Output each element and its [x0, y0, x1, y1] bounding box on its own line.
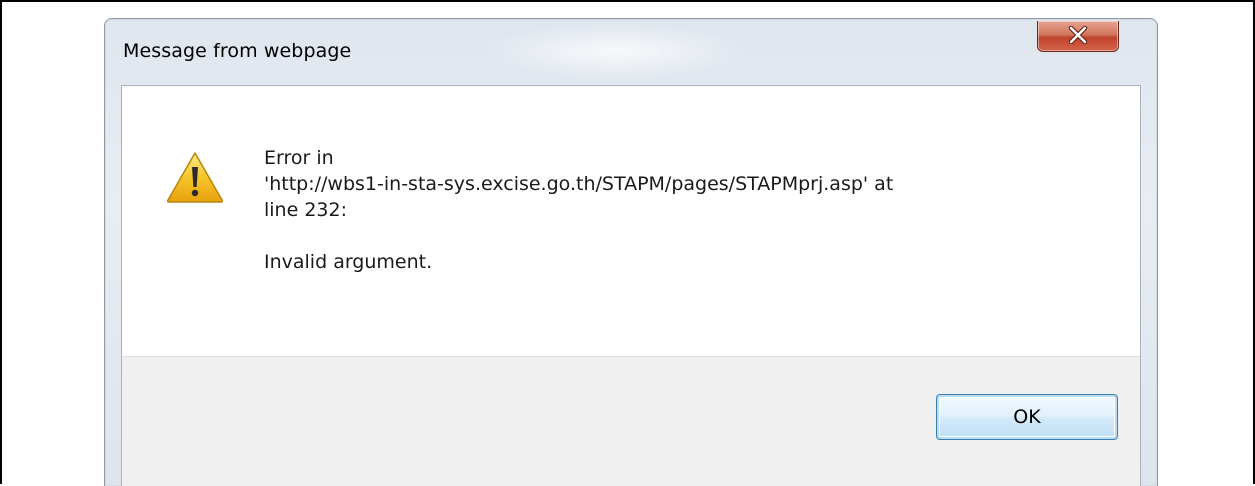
message-area: Error in 'http://wbs1-in-sta-sys.excise.…	[122, 86, 1140, 356]
warning-icon	[166, 152, 224, 203]
message-text: Error in 'http://wbs1-in-sta-sys.excise.…	[264, 145, 1064, 275]
message-spacer	[264, 223, 1064, 249]
button-bar: OK	[122, 356, 1140, 486]
titlebar-glow	[485, 23, 745, 79]
message-line: line 232:	[264, 199, 347, 221]
close-button[interactable]	[1037, 21, 1119, 52]
dialog-title: Message from webpage	[123, 40, 352, 62]
close-icon	[1068, 26, 1088, 44]
ok-button[interactable]: OK	[936, 394, 1118, 440]
message-detail: Invalid argument.	[264, 251, 433, 273]
dialog-content: Error in 'http://wbs1-in-sta-sys.excise.…	[121, 85, 1141, 486]
message-line: 'http://wbs1-in-sta-sys.excise.go.th/STA…	[264, 173, 894, 195]
message-dialog: Message from webpage Error in 'http://wb…	[104, 18, 1158, 486]
message-line: Error in	[264, 147, 334, 169]
dialog-titlebar[interactable]: Message from webpage	[105, 19, 1157, 84]
screenshot-frame: Message from webpage Error in 'http://wb…	[0, 0, 1255, 486]
